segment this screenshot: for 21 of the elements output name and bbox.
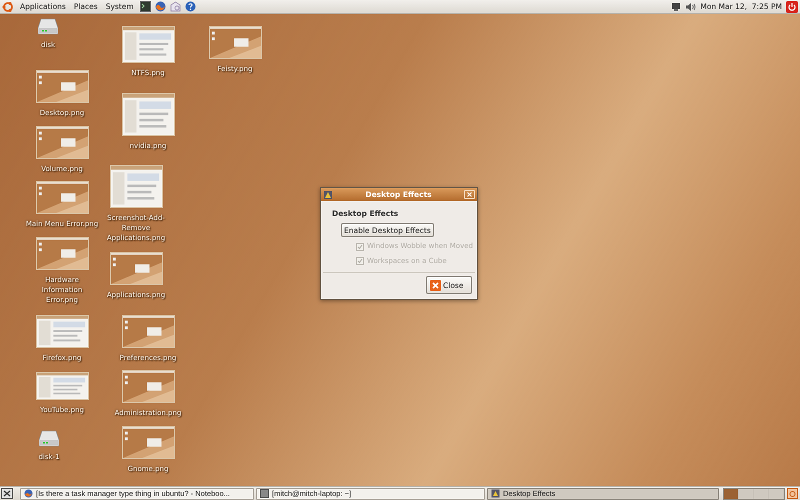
workspace[interactable] — [754, 488, 769, 498]
terminal-icon — [260, 489, 269, 498]
close-icon — [430, 280, 441, 291]
browser-icon[interactable] — [154, 1, 166, 12]
ubuntu-logo-icon[interactable] — [2, 0, 14, 12]
power-icon[interactable] — [786, 0, 798, 12]
help-icon[interactable] — [184, 1, 196, 12]
terminal-icon[interactable] — [140, 1, 151, 12]
show-desktop-icon[interactable] — [1, 488, 13, 499]
workspace[interactable] — [739, 488, 754, 498]
close-button[interactable] — [464, 190, 475, 199]
drive-icon — [38, 18, 58, 35]
app-icon — [323, 190, 333, 200]
app-icon — [491, 489, 500, 498]
trash-icon[interactable] — [787, 488, 798, 499]
workspace[interactable] — [724, 488, 739, 498]
speaker-icon[interactable] — [685, 2, 696, 12]
workspace[interactable] — [769, 488, 784, 498]
drive-icon — [39, 430, 59, 447]
network-icon[interactable] — [671, 2, 682, 12]
browser-icon — [24, 489, 33, 498]
